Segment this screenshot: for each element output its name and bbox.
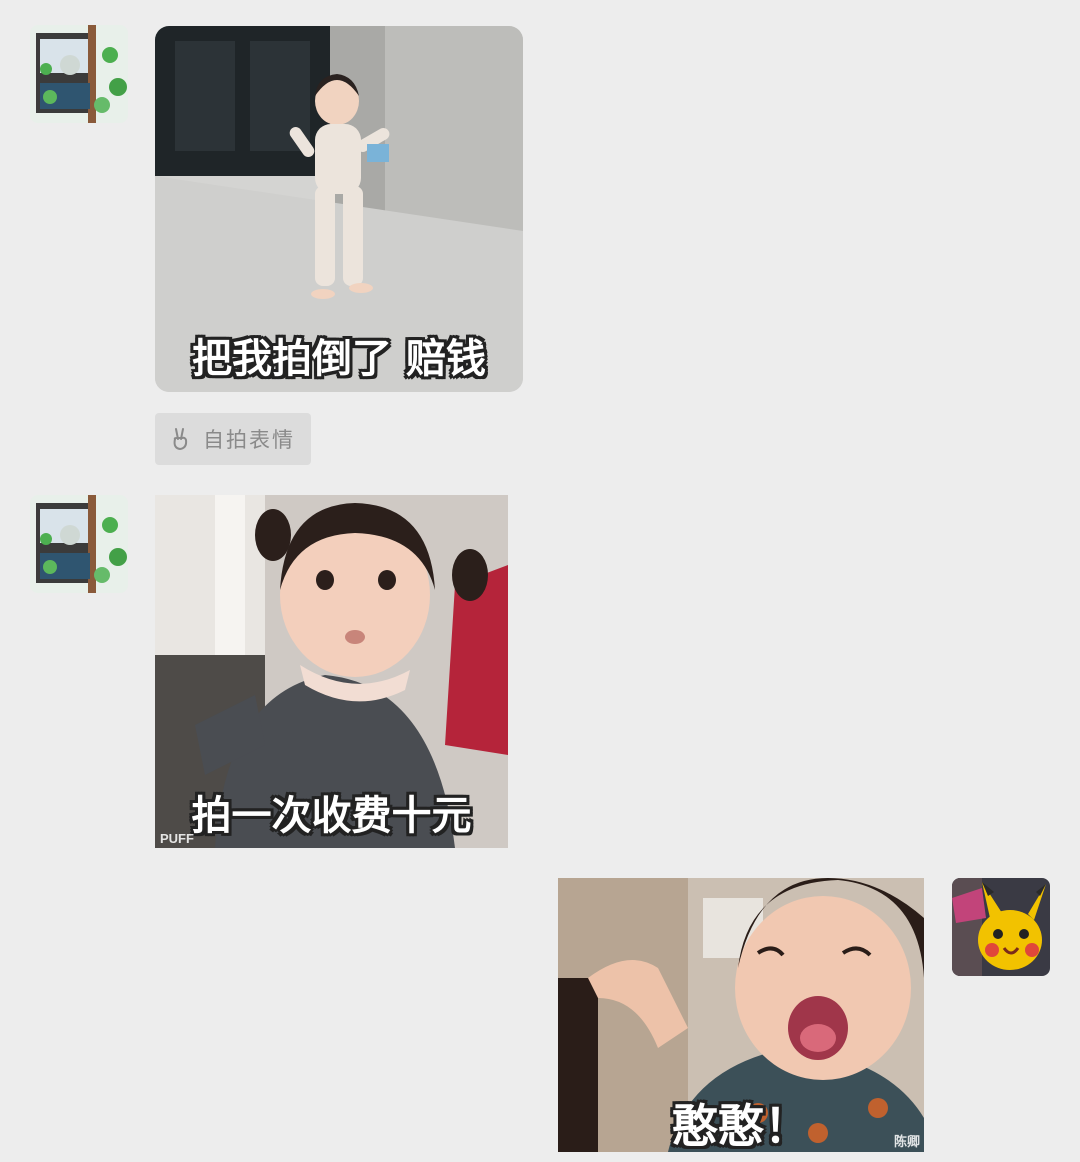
sticker-caption: 憨憨！ — [672, 1099, 810, 1152]
my-avatar-image — [952, 878, 1050, 976]
sticker-watermark: 陈卿 — [893, 1134, 920, 1149]
sticker-message[interactable]: 把我拍倒了 赔钱 — [155, 26, 523, 392]
sticker-message[interactable]: 拍一次收费十元 PUFF — [155, 495, 508, 848]
sticker-caption: 拍一次收费十元 — [191, 793, 472, 839]
selfie-sticker-label: 自拍表情 — [203, 428, 295, 452]
chat-window: 把我拍倒了 赔钱 自拍表情 拍一次收费十元 PUFF 憨憨！ 陈卿 — [0, 0, 1080, 1162]
peace-hand-icon — [173, 428, 188, 450]
contact-avatar-image — [30, 25, 128, 123]
sticker-message[interactable]: 憨憨！ 陈卿 — [558, 878, 924, 1152]
selfie-sticker-button[interactable]: 自拍表情 — [155, 413, 311, 465]
sticker-watermark: PUFF — [160, 831, 194, 846]
contact-avatar[interactable] — [30, 495, 128, 593]
sticker-caption: 把我拍倒了 赔钱 — [192, 336, 486, 382]
contact-avatar-image — [30, 495, 128, 593]
contact-avatar[interactable] — [30, 25, 128, 123]
my-avatar[interactable] — [952, 878, 1050, 976]
